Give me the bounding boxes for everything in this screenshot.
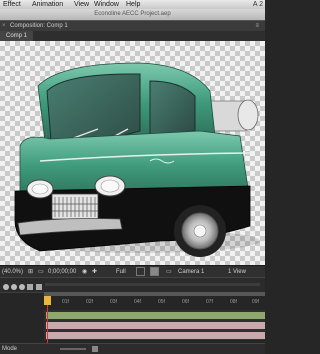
tick-label: 07f	[206, 299, 213, 305]
tab-comp-1[interactable]: Comp 1	[0, 31, 34, 41]
layer-row[interactable]	[0, 330, 265, 340]
tick-label: 02f	[86, 299, 93, 305]
tick-label: 08f	[230, 299, 237, 305]
composition-panel-title: Composition: Comp 1	[10, 23, 68, 29]
close-icon[interactable]: ×	[2, 21, 6, 31]
tick-label: 04f	[134, 299, 141, 305]
truck-render	[14, 62, 260, 257]
playhead-handle[interactable]	[44, 296, 51, 305]
tick-label: 06f	[182, 299, 189, 305]
menu-view[interactable]: View	[74, 0, 89, 9]
tick-label: 01f	[62, 299, 69, 305]
window-title: Econoline AECC Project.aep	[0, 9, 265, 20]
menu-help[interactable]: Help	[126, 0, 140, 9]
composition-panel-header: × Composition: Comp 1 ≡	[0, 20, 265, 31]
zoom-thumb[interactable]	[92, 346, 98, 352]
graph-editor-icon[interactable]	[36, 284, 42, 290]
frame-blend-icon[interactable]	[19, 284, 25, 290]
tick-label: 05f	[158, 299, 165, 305]
layer-bar[interactable]	[46, 332, 265, 339]
timeline-header	[0, 277, 265, 293]
menu-bar: Effect Animation View Window Help A 2	[0, 0, 265, 9]
app-badge: A 2	[252, 1, 263, 8]
layer-switch-icon[interactable]	[3, 284, 9, 290]
menu-effect[interactable]: Effect	[3, 0, 21, 9]
tick-label: 09f	[252, 299, 259, 305]
playhead-line	[47, 305, 48, 345]
menu-animation[interactable]: Animation	[32, 0, 63, 9]
zoom-slider[interactable]	[60, 348, 86, 350]
composition-viewer[interactable]	[0, 41, 265, 265]
menu-window[interactable]: Window	[94, 0, 119, 9]
tick-label: 03f	[110, 299, 117, 305]
timeline-footer: Mode	[0, 343, 265, 354]
composition-tab-bar: Comp 1	[0, 31, 265, 41]
work-area-bar[interactable]	[44, 292, 265, 296]
layer-bar[interactable]	[46, 312, 265, 319]
motion-blur-icon[interactable]	[27, 284, 33, 290]
layer-row[interactable]	[0, 320, 265, 330]
layer-row[interactable]	[0, 310, 265, 320]
layer-bar[interactable]	[46, 322, 265, 329]
panel-menu-icon[interactable]: ≡	[255, 21, 259, 31]
shy-layer-icon[interactable]	[11, 284, 17, 290]
